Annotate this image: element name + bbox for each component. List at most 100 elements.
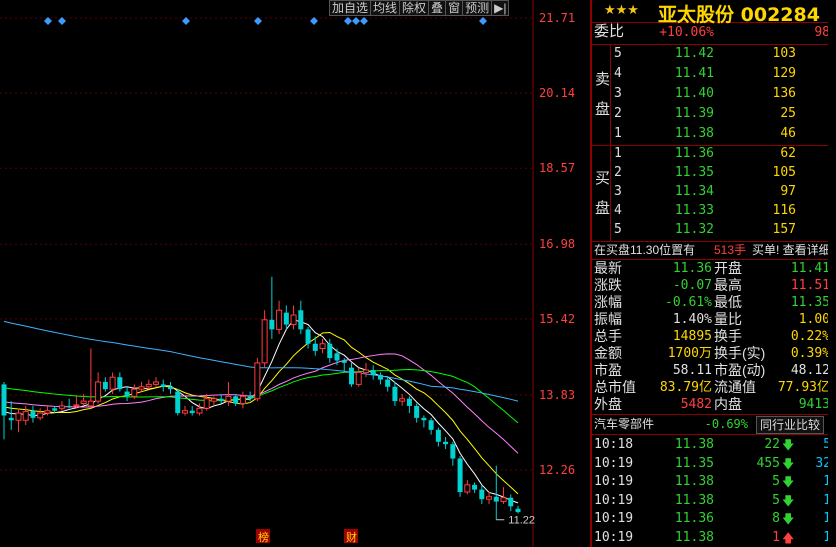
level-vol: 25 — [780, 106, 796, 121]
candle — [457, 456, 463, 497]
level-vol: 136 — [772, 86, 796, 101]
stat-value: 1.40% — [672, 312, 712, 327]
stock-title: 亚太股份 002284 — [658, 0, 820, 27]
tick-price: 11.38 — [674, 529, 714, 545]
price-axis-label: 20.14 — [539, 86, 575, 100]
stat-row: 总手 14895 换手 0.22% — [592, 328, 832, 345]
stat-key: 内盘 — [714, 396, 742, 412]
stat-value: 11.51 — [790, 278, 830, 293]
tick-row: 10:19 11.38 5 🡇 1 — [592, 473, 832, 491]
tick-vol: 455 — [756, 455, 780, 471]
sell-level-4[interactable]: 4 11.41 129 — [592, 65, 832, 83]
toolbar-button-6[interactable]: ▶| — [491, 0, 510, 16]
big-order-notice[interactable]: 在买盘11.30位置有 513手 买单! 查看详细 — [592, 241, 832, 259]
tick-row: 10:19 11.35 455 🡇 32 — [592, 455, 832, 473]
tick-count: 1 — [797, 510, 831, 528]
level-vol: 46 — [780, 126, 796, 141]
tick-time: 10:19 — [594, 474, 634, 489]
sell-level-1[interactable]: 1 11.38 46 — [592, 125, 832, 143]
stat-key: 量比 — [714, 311, 742, 327]
level-num: 1 — [614, 146, 622, 161]
toolbar-button-1[interactable]: 均线 — [370, 0, 401, 16]
sell-side-label: 盘 — [595, 101, 611, 118]
low-price-marker: 11.22 — [508, 515, 535, 527]
buy-side-label: 买 — [595, 170, 611, 187]
quote-panel: ★★★ 亚太股份 002284 委比 +10.06% 98 5 11.42 10… — [590, 0, 836, 547]
down-arrow-icon: 🡇 — [782, 512, 795, 526]
buy-level-1[interactable]: 1 11.36 62 — [592, 145, 832, 163]
level-vol: 62 — [780, 146, 796, 161]
sector-row: 汽车零部件 -0.69% 同行业比较 — [592, 415, 832, 434]
level-price: 11.34 — [674, 184, 714, 199]
toolbar-button-2[interactable]: 除权 — [399, 0, 430, 16]
level-vol: 116 — [772, 203, 796, 218]
toolbar-button-4[interactable]: 窗 — [445, 0, 464, 16]
right-edge — [828, 0, 836, 547]
tick-price: 11.38 — [674, 437, 714, 452]
stat-value: 0.39% — [790, 346, 830, 361]
stat-value: 11.41 — [790, 261, 830, 276]
weibi-diff: 98 — [814, 25, 830, 40]
price-axis-label: 21.71 — [539, 11, 575, 25]
notice-text: 在买盘11.30位置有 — [594, 243, 696, 257]
buy-level-5[interactable]: 5 11.32 157 — [592, 221, 832, 239]
level-num: 2 — [614, 106, 622, 121]
buy-level-2[interactable]: 2 11.35 105 — [592, 164, 832, 182]
peer-compare-button[interactable]: 同行业比较 — [756, 416, 825, 434]
stat-key: 涨幅 — [594, 294, 622, 310]
chart-toolbar: 加自选 均线 除权叠窗预测 ▶| — [329, 0, 510, 16]
level-vol: 129 — [772, 66, 796, 81]
tick-time: 10:19 — [594, 492, 634, 508]
level-num: 3 — [614, 86, 622, 101]
level-price: 11.42 — [674, 46, 714, 61]
stat-key: 金额 — [594, 345, 622, 361]
tick-time: 10:18 — [594, 437, 634, 452]
price-axis-label: 13.83 — [539, 388, 575, 402]
tick-time: 10:19 — [594, 455, 634, 471]
stat-key: 振幅 — [594, 311, 622, 327]
stat-row: 金额 1700万 换手(实) 0.39% — [592, 345, 832, 362]
buy-level-4[interactable]: 4 11.33 116 — [592, 202, 832, 220]
buy-level-3[interactable]: 3 11.34 97 — [592, 183, 832, 201]
toolbar-button-3[interactable]: 叠 — [428, 0, 447, 16]
price-axis-label: 16.98 — [539, 237, 575, 251]
rating-stars: ★★★ — [604, 2, 639, 17]
stat-key: 换手(实) — [714, 345, 766, 361]
stat-key: 最高 — [714, 277, 742, 293]
stat-value: 58.11 — [672, 363, 712, 378]
stock-header: ★★★ 亚太股份 002284 — [592, 0, 836, 26]
level-vol: 105 — [772, 165, 796, 180]
level-num: 4 — [614, 203, 622, 218]
tick-price: 11.36 — [674, 511, 714, 526]
stock-name: 亚太股份 — [658, 4, 735, 26]
stat-value: 1700万 — [667, 346, 712, 361]
level-price: 11.35 — [674, 165, 714, 180]
stat-row: 总市值 83.79亿 流通值 77.93亿 — [592, 379, 832, 396]
stat-row: 涨幅 -0.61% 最低 11.35 — [592, 294, 832, 311]
level-num: 5 — [614, 222, 622, 237]
stat-key: 流通值 — [714, 379, 756, 395]
sell-level-2[interactable]: 2 11.39 25 — [592, 105, 832, 123]
tick-vol: 5 — [772, 492, 780, 508]
up-arrow-icon: 🡅 — [782, 530, 795, 545]
tick-vol: 1 — [772, 529, 780, 545]
level-price: 11.33 — [674, 203, 714, 218]
level-price: 11.40 — [674, 86, 714, 101]
stat-key: 最新 — [594, 260, 622, 276]
toolbar-button-5[interactable]: 预测 — [462, 0, 493, 16]
sell-level-5[interactable]: 5 11.42 103 — [592, 45, 832, 63]
stat-value: -0.07 — [672, 278, 712, 293]
level-vol: 103 — [772, 46, 796, 61]
sell-level-3[interactable]: 3 11.40 136 — [592, 85, 832, 103]
stat-value: 11.36 — [672, 261, 712, 276]
stat-row: 外盘 5482 内盘 9413 — [592, 396, 832, 413]
down-arrow-icon: 🡇 — [782, 475, 795, 489]
stat-value: 11.35 — [790, 295, 830, 310]
toolbar-button-0[interactable]: 加自选 — [329, 0, 372, 16]
stat-key: 市盈 — [594, 362, 622, 378]
notice-detail-link[interactable]: 买单! 查看详细 — [752, 241, 831, 259]
kline-chart[interactable]: 21.71 20.14 18.57 16.98 15.42 13.83 12.26 11.2… — [0, 0, 590, 547]
price-axis-label: 12.26 — [539, 463, 575, 477]
weibi-row: 委比 +10.06% 98 — [592, 23, 832, 42]
tick-vol: 22 — [764, 437, 780, 452]
